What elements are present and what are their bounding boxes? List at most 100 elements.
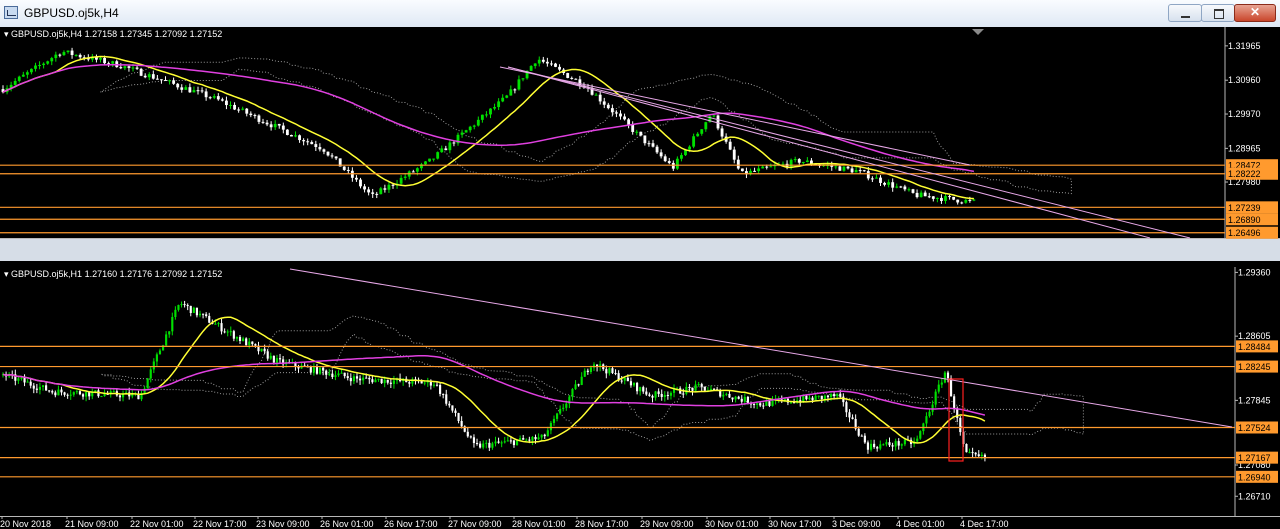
candle-body bbox=[325, 370, 328, 375]
candle-body bbox=[248, 341, 251, 346]
chart-panel-h1[interactable]: 1.293601.286051.278451.270801.267101.284… bbox=[0, 267, 1280, 529]
candle-body bbox=[232, 331, 235, 339]
candle-body bbox=[935, 197, 939, 199]
candle-body bbox=[899, 186, 903, 188]
candle-body bbox=[651, 395, 654, 398]
candle-body bbox=[505, 95, 509, 98]
candle-body bbox=[26, 381, 29, 383]
candle-body bbox=[655, 146, 659, 153]
candle-body bbox=[797, 159, 801, 163]
candle-body bbox=[964, 199, 968, 203]
candle-body bbox=[675, 158, 679, 169]
candle-body bbox=[759, 403, 762, 406]
candle-body bbox=[127, 66, 131, 68]
time-label: 28 Nov 01:00 bbox=[512, 519, 566, 529]
candle-body bbox=[550, 63, 553, 65]
candle-body bbox=[534, 436, 537, 440]
candle-body bbox=[663, 156, 667, 162]
candle-body bbox=[155, 354, 158, 362]
candle-body bbox=[882, 444, 885, 446]
candle-body bbox=[501, 97, 505, 102]
candle-body bbox=[241, 108, 245, 110]
candle-body bbox=[565, 403, 568, 408]
window-titlebar: GBPUSD.oj5k,H4 bbox=[0, 0, 1280, 28]
candle-body bbox=[464, 130, 468, 133]
candle-body bbox=[602, 101, 606, 105]
ohlc-values: 1.27160 1.27176 1.27092 1.27152 bbox=[85, 269, 223, 279]
candle-body bbox=[704, 122, 708, 130]
candle-body bbox=[322, 149, 326, 152]
candle-body bbox=[278, 358, 282, 360]
maximize-button[interactable] bbox=[1201, 4, 1235, 22]
candle-body bbox=[703, 386, 706, 391]
candle-body bbox=[515, 440, 519, 446]
candle-body bbox=[103, 58, 106, 64]
candle-body bbox=[180, 304, 183, 306]
candle-body bbox=[362, 377, 365, 381]
candle-body bbox=[956, 199, 960, 203]
panel-separator[interactable] bbox=[0, 239, 1280, 261]
candle-body bbox=[497, 101, 501, 108]
candle-body bbox=[610, 108, 614, 113]
candle-body bbox=[229, 331, 232, 333]
candle-body bbox=[862, 170, 866, 172]
candle-body bbox=[176, 83, 180, 88]
candle-body bbox=[903, 186, 907, 190]
candle-body bbox=[432, 384, 436, 386]
candle-body bbox=[960, 202, 964, 204]
minimize-button[interactable] bbox=[1168, 4, 1202, 22]
symbol-info: ▾ GBPUSD.oj5k,H4 1.27158 1.27345 1.27092… bbox=[4, 29, 222, 39]
candle-body bbox=[586, 370, 589, 372]
candle-body bbox=[531, 436, 534, 441]
chart-panel-h4[interactable]: 1.319651.309601.299701.289651.279801.284… bbox=[0, 27, 1280, 251]
candle-body bbox=[359, 179, 362, 187]
candle-body bbox=[147, 74, 151, 78]
candle-body bbox=[468, 126, 472, 131]
candle-body bbox=[60, 389, 63, 393]
candle-body bbox=[659, 152, 663, 157]
candle-body bbox=[500, 442, 503, 444]
level-price-label: 1.26496 bbox=[1228, 228, 1261, 238]
candle-body bbox=[570, 77, 574, 79]
candle-body bbox=[894, 441, 897, 447]
symbol-name: GBPUSD.oj5k,H1 bbox=[11, 269, 82, 279]
candle-body bbox=[517, 79, 521, 90]
candle-body bbox=[736, 159, 740, 169]
candle-body bbox=[358, 378, 362, 381]
candle-body bbox=[888, 442, 891, 446]
symbol-icon: ▾ bbox=[4, 29, 11, 39]
candle-body bbox=[594, 94, 598, 96]
candle-body bbox=[657, 391, 660, 394]
candle-body bbox=[383, 188, 387, 190]
candle-body bbox=[386, 379, 389, 383]
candle-body bbox=[598, 94, 602, 102]
close-button[interactable] bbox=[1234, 4, 1276, 22]
candle-body bbox=[245, 338, 248, 346]
candle-body bbox=[32, 385, 35, 389]
candle-body bbox=[160, 79, 163, 81]
candle-body bbox=[346, 376, 349, 379]
candle-body bbox=[660, 393, 663, 397]
price-label: 1.29360 bbox=[1238, 267, 1271, 277]
candle-body bbox=[667, 161, 671, 163]
candle-body bbox=[444, 148, 448, 151]
candle-body bbox=[943, 372, 946, 383]
level-price-label: 1.27239 bbox=[1228, 203, 1261, 213]
candle-body bbox=[512, 440, 516, 446]
candle-body bbox=[728, 141, 732, 150]
candle-body bbox=[682, 393, 685, 395]
time-label: 30 Nov 17:00 bbox=[768, 519, 822, 529]
candle-body bbox=[254, 344, 257, 346]
candle-body bbox=[184, 87, 188, 90]
candle-body bbox=[911, 189, 915, 193]
candle-body bbox=[139, 68, 143, 76]
candle-body bbox=[900, 444, 903, 446]
candle-body bbox=[883, 182, 886, 185]
symbol-info: ▾ GBPUSD.oj5k,H1 1.27160 1.27176 1.27092… bbox=[4, 269, 222, 279]
chart-canvas[interactable]: 1.319651.309601.299701.289651.279801.284… bbox=[0, 27, 1280, 529]
candle-body bbox=[205, 314, 208, 316]
candle-body bbox=[23, 378, 26, 383]
candle-body bbox=[149, 369, 152, 379]
candle-body bbox=[216, 96, 220, 100]
price-label: 1.26710 bbox=[1238, 491, 1271, 501]
